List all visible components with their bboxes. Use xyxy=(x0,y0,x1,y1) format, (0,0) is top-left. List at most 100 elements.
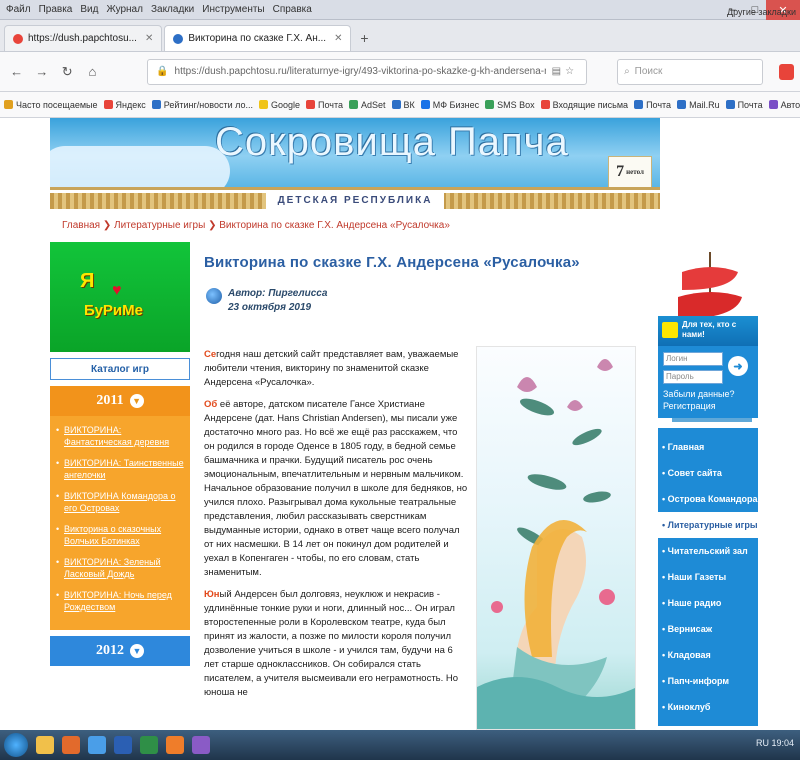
burime-logo[interactable]: Я ♥ БуРиМе xyxy=(50,242,190,352)
tab-favicon-icon xyxy=(13,33,23,44)
menu-item[interactable]: Журнал xyxy=(106,4,143,15)
taskbar-word-icon[interactable] xyxy=(114,736,132,754)
tab-close-icon[interactable]: ✕ xyxy=(145,33,153,44)
quiz-link[interactable]: ВИКТОРИНА: Фантастическая деревня xyxy=(56,424,184,448)
year-2011-toggle[interactable]: 2011 ▼ xyxy=(50,386,190,416)
tab-bar: https://dush.papchtosu... ✕ Викторина по… xyxy=(0,20,800,52)
nav-item[interactable]: • Кладовая xyxy=(658,642,758,668)
nav-item[interactable]: • Папч-информ xyxy=(658,668,758,694)
bookmark-item[interactable]: Авторизация xyxy=(768,100,800,110)
bookmark-item[interactable]: Яндекс xyxy=(103,100,146,110)
year-2012-toggle[interactable]: 2012 ▼ xyxy=(50,636,190,666)
tab-quiz-active[interactable]: Викторина по сказке Г.Х. Ан... ✕ xyxy=(164,25,352,51)
menu-item[interactable]: Файл xyxy=(6,4,31,15)
bookmark-label: Google xyxy=(270,99,301,110)
bookmark-item[interactable]: Google xyxy=(258,99,301,110)
taskbar-media-icon[interactable] xyxy=(62,736,80,754)
breadcrumb-literary-games[interactable]: Литературные игры xyxy=(114,220,205,231)
start-button-icon[interactable] xyxy=(4,733,28,757)
nav-item[interactable]: • Совет сайта xyxy=(658,460,758,486)
nav-item[interactable]: • Кинoклуб xyxy=(658,694,758,720)
article-paragraph: Об её авторе, датском писателе Гансе Хри… xyxy=(204,398,470,580)
bookmark-item[interactable]: Почта xyxy=(725,100,763,110)
bookmark-label: ВК xyxy=(403,99,415,110)
bookmark-item[interactable]: МФ Бизнес xyxy=(420,100,479,110)
taskbar-excel-icon[interactable] xyxy=(140,736,158,754)
quiz-link[interactable]: ВИКТОРИНА Командора о его Островах xyxy=(56,490,184,514)
bookmark-item[interactable]: Часто посещаемые xyxy=(4,100,98,110)
banner-cloud xyxy=(50,146,230,187)
bookmark-item[interactable]: Входящие письма xyxy=(540,100,628,110)
bookmark-item[interactable]: Почта xyxy=(634,100,671,110)
taskbar-explorer-icon[interactable] xyxy=(36,736,54,754)
tab-close-icon[interactable]: ✕ xyxy=(334,33,342,44)
register-link[interactable]: Регистрация xyxy=(663,400,753,412)
members-banner[interactable]: Для тех, кто с нами! xyxy=(658,316,758,346)
site-navigation: • Главная • Совет сайта • Острова Команд… xyxy=(658,428,758,726)
bookmark-label: Почта xyxy=(646,99,672,110)
nav-item[interactable]: • Острова Командора xyxy=(658,486,758,512)
banner-badge[interactable]: 7 нетол xyxy=(608,156,652,187)
year-label: 2012 xyxy=(96,643,124,658)
bookmark-item[interactable]: SMS Box xyxy=(485,100,535,110)
back-icon[interactable]: ← xyxy=(6,61,27,83)
taskbar-firefox-icon[interactable] xyxy=(166,736,184,754)
forgot-password-link[interactable]: Забыли данные? xyxy=(663,388,753,400)
bookmark-favicon-icon xyxy=(258,100,268,109)
nav-item-label: Наши Газеты xyxy=(667,572,727,582)
address-tools-icon[interactable]: ▤☆ xyxy=(552,66,578,77)
nav-item[interactable]: • Читательский зал xyxy=(658,538,758,564)
bookmark-item[interactable]: Mail.Ru xyxy=(677,100,720,110)
bookmark-favicon-icon xyxy=(677,100,687,109)
menu-item[interactable]: Инструменты xyxy=(202,4,264,15)
menu-item[interactable]: Правка xyxy=(39,4,73,15)
bookmark-favicon-icon xyxy=(540,100,550,109)
other-bookmarks[interactable]: Другие закладки xyxy=(727,7,796,17)
quiz-link[interactable]: ВИКТОРИНА: Таинственные ангелочки xyxy=(56,457,184,481)
nav-item[interactable]: • Наше радио xyxy=(658,590,758,616)
login-panel: Для тех, кто с нами! Логин Пароль ➜ Забы… xyxy=(658,316,758,726)
drop-cap: Об xyxy=(204,399,218,410)
bookmark-label: AdSet xyxy=(361,99,386,110)
address-bar[interactable]: 🔒 https://dush.papchtosu.ru/literaturnye… xyxy=(147,58,588,85)
menu-item[interactable]: Закладки xyxy=(151,4,194,15)
nav-item-label: Совет сайта xyxy=(667,468,722,478)
bookmark-favicon-icon xyxy=(420,100,430,109)
quiz-link[interactable]: Викторина о сказочных Волчьих Ботинках xyxy=(56,523,184,547)
taskbar-app-icon[interactable] xyxy=(192,736,210,754)
search-input[interactable]: ⌕ Поиск xyxy=(617,58,763,85)
games-catalog-link[interactable]: Каталог игр xyxy=(50,358,190,380)
login-input[interactable]: Логин xyxy=(663,352,723,366)
bookmark-item[interactable]: Рейтинг/новости ло... xyxy=(151,100,253,110)
reload-icon[interactable]: ↻ xyxy=(57,61,78,83)
nav-item[interactable]: • Главная xyxy=(658,434,758,460)
left-sidebar: Я ♥ БуРиМе Каталог игр 2011 ▼ ВИКТОРИНА:… xyxy=(50,242,190,666)
quiz-link[interactable]: ВИКТОРИНА: Зеленый Ласковый Дождь xyxy=(56,556,184,580)
search-icon: ⌕ xyxy=(624,66,630,77)
menu-item[interactable]: Справка xyxy=(273,4,312,15)
password-input[interactable]: Пароль xyxy=(663,370,723,384)
quiz-link[interactable]: ВИКТОРИНА: Ночь перед Рождеством xyxy=(56,589,184,613)
forward-icon[interactable]: → xyxy=(31,61,52,83)
nav-item-active[interactable]: • Литературные игры xyxy=(658,512,758,538)
bookmark-item[interactable]: Почта xyxy=(306,100,343,110)
banner-badge-text: нетол xyxy=(626,168,644,176)
bookmark-item[interactable]: ВК xyxy=(391,99,415,110)
new-tab-button[interactable]: + xyxy=(353,25,375,51)
nav-item-label: Читательский зал xyxy=(667,546,748,556)
login-submit-arrow-icon[interactable]: ➜ xyxy=(728,356,748,376)
nav-item[interactable]: • Наши Газеты xyxy=(658,564,758,590)
nav-item[interactable]: • Вернисаж xyxy=(658,616,758,642)
tab-dush[interactable]: https://dush.papchtosu... ✕ xyxy=(4,25,163,51)
drop-cap: Се xyxy=(204,349,217,360)
bookmark-item[interactable]: AdSet xyxy=(349,100,386,110)
breadcrumb-home[interactable]: Главная xyxy=(62,220,100,231)
nav-item-label: Литературные игры xyxy=(667,520,758,530)
taskbar-browser-icon[interactable] xyxy=(88,736,106,754)
menu-item[interactable]: Вид xyxy=(80,4,98,15)
home-icon[interactable]: ⌂ xyxy=(82,61,103,83)
logo-text-bottom: БуРиМе xyxy=(84,302,143,319)
extension-icon[interactable] xyxy=(778,63,794,80)
banner-badge-number: 7 xyxy=(616,163,625,180)
paragraph-text: её авторе, датском писателе Гансе Христи… xyxy=(204,399,468,578)
